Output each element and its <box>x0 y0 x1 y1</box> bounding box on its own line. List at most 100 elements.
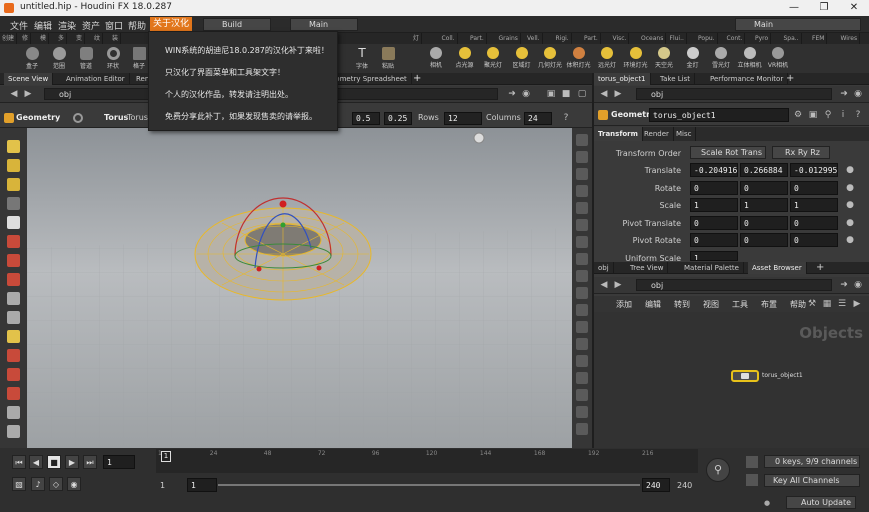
param-value-field[interactable]: 0 <box>690 180 738 195</box>
key-channels-dropdown[interactable]: Key All Channels <box>764 474 860 487</box>
radius1-field[interactable]: 0.5 <box>352 112 380 125</box>
point-icon[interactable] <box>7 387 20 400</box>
magnet-icon[interactable] <box>7 368 20 381</box>
play-button[interactable]: ▶ <box>65 455 79 469</box>
chat-icon[interactable]: ● <box>764 499 770 507</box>
home-icon[interactable] <box>576 423 588 435</box>
shelf-tab[interactable]: Coll. <box>440 33 458 44</box>
minimize-button[interactable]: — <box>779 0 809 16</box>
tab-obj[interactable]: obj <box>594 262 614 274</box>
menu-file[interactable]: 文件 <box>10 19 28 32</box>
light-tool[interactable]: VR相机 <box>765 47 791 73</box>
move-icon[interactable] <box>7 273 20 286</box>
help-book-icon[interactable]: ▣ <box>807 109 819 121</box>
grid-icon[interactable] <box>576 355 588 367</box>
lock-icon[interactable] <box>7 216 20 229</box>
scale-icon[interactable] <box>7 235 20 248</box>
tab-asset-browser[interactable]: Asset Browser <box>748 262 807 274</box>
tab-tree-view[interactable]: Tree View <box>626 262 669 274</box>
shelf-tab[interactable]: 变 <box>74 33 86 44</box>
cam-icon[interactable] <box>576 321 588 333</box>
link-icon[interactable]: ◉ <box>852 88 864 100</box>
menu-edit[interactable]: 编辑 <box>34 19 52 32</box>
light-icon[interactable] <box>7 425 20 438</box>
shelf-tab[interactable]: Grains <box>497 33 521 44</box>
handle-point[interactable] <box>316 265 322 271</box>
tab-torus-object1[interactable]: torus_object1 <box>594 73 651 85</box>
param-value-field[interactable]: 0 <box>740 215 788 230</box>
tab-take-list[interactable]: Take List <box>656 73 695 85</box>
network-menu-item[interactable]: 帮助 <box>790 299 806 310</box>
shelf-tab[interactable]: Visc. <box>611 33 630 44</box>
points-icon[interactable] <box>576 270 588 282</box>
bg-icon[interactable] <box>576 202 588 214</box>
param-value-field[interactable]: 0.266884 <box>740 163 788 177</box>
keys-button[interactable]: ◇ <box>49 477 63 491</box>
geo-icon[interactable] <box>576 236 588 248</box>
param-value-field[interactable]: 0 <box>690 215 738 230</box>
step-back-button[interactable]: ◀ <box>29 455 43 469</box>
paste-tool[interactable]: 粘贴 <box>376 47 400 73</box>
range-end-field[interactable]: 240 <box>642 478 670 492</box>
pin-icon[interactable]: ➜ <box>506 88 518 100</box>
light-tool[interactable]: 相机 <box>423 47 449 73</box>
channel-button-icon[interactable]: ● <box>844 164 856 176</box>
pose-icon[interactable] <box>7 197 20 210</box>
shelf-tab[interactable]: 多 <box>56 33 68 44</box>
rows-field[interactable]: 12 <box>444 112 482 125</box>
lock-icon[interactable] <box>576 168 588 180</box>
menu-help[interactable]: 帮助 <box>128 19 146 32</box>
options-button[interactable]: ◉ <box>67 477 81 491</box>
shelf-tab[interactable]: 装 <box>110 33 122 44</box>
link-icon[interactable]: ◉ <box>520 88 532 100</box>
shelf-tab[interactable]: Spa.. <box>782 33 802 44</box>
node-name-field[interactable]: torus_object1 <box>649 108 789 122</box>
audio-button[interactable]: ♪ <box>31 477 45 491</box>
close-button[interactable]: ✕ <box>839 0 869 16</box>
network-menu-item[interactable]: 转到 <box>674 299 690 310</box>
view-icon[interactable] <box>7 159 20 172</box>
display-icon[interactable] <box>576 134 588 146</box>
tab-scene-view[interactable]: Scene View <box>4 73 54 85</box>
param-value-field[interactable]: 1 <box>690 251 738 261</box>
param-value-field[interactable]: 0 <box>790 180 838 195</box>
param-value-field[interactable]: 1 <box>690 198 738 212</box>
scene-viewport[interactable] <box>27 128 572 448</box>
camera-icon[interactable] <box>7 406 20 419</box>
columns-field[interactable]: 24 <box>524 112 552 125</box>
light-tool[interactable]: 远光灯 <box>594 47 620 73</box>
light-tool[interactable]: 体积灯光 <box>566 47 592 73</box>
network-menu-item[interactable]: 布置 <box>761 299 777 310</box>
tab-misc[interactable]: Misc <box>672 127 697 141</box>
handle-point[interactable] <box>279 200 287 208</box>
forward-icon[interactable]: ▶ <box>22 88 34 100</box>
info-icon[interactable]: i <box>837 109 849 121</box>
maximize-button[interactable]: ❐ <box>809 0 839 16</box>
add-tab-icon[interactable]: + <box>413 73 421 84</box>
current-frame-marker[interactable]: 1 <box>161 451 171 462</box>
ghost-icon[interactable] <box>576 253 588 265</box>
shelf-tab[interactable]: Part. <box>468 33 487 44</box>
network-view[interactable]: 添加 编辑 转到 视图 工具 布置 帮助 ⚒ ▦ ☰ ▶ Objects torus_object1 <box>594 296 869 448</box>
back-icon[interactable]: ◀ <box>8 88 20 100</box>
channel-button-icon[interactable]: ● <box>844 234 856 246</box>
snap-icon[interactable] <box>576 372 588 384</box>
tube-tool[interactable]: 管道 <box>74 47 98 73</box>
shelf-tab[interactable]: Wires <box>839 33 861 44</box>
sphere-tool[interactable]: 范圈 <box>47 47 71 73</box>
font-tool[interactable]: T 字体 <box>350 47 374 73</box>
wrench-icon[interactable]: ⚒ <box>806 298 818 310</box>
shelf-tab[interactable]: Flui.. <box>668 33 687 44</box>
pin-icon[interactable]: ➜ <box>838 88 850 100</box>
normals-icon[interactable] <box>576 287 588 299</box>
shelf-tab[interactable]: Part. <box>582 33 601 44</box>
back-icon[interactable]: ◀ <box>598 88 610 100</box>
range-start-field[interactable]: 1 <box>187 478 217 492</box>
shelf-tab[interactable]: 创建 <box>0 33 18 44</box>
tab-transform[interactable]: Transform <box>594 127 643 141</box>
shelf-tab[interactable]: Oceans <box>639 33 667 44</box>
light-tool[interactable]: 几何灯光 <box>537 47 563 73</box>
transform-order-dropdown[interactable]: Scale Rot Trans <box>690 146 766 159</box>
tab-render[interactable]: Render <box>640 127 674 141</box>
view-icon[interactable]: ▣ <box>545 88 557 100</box>
